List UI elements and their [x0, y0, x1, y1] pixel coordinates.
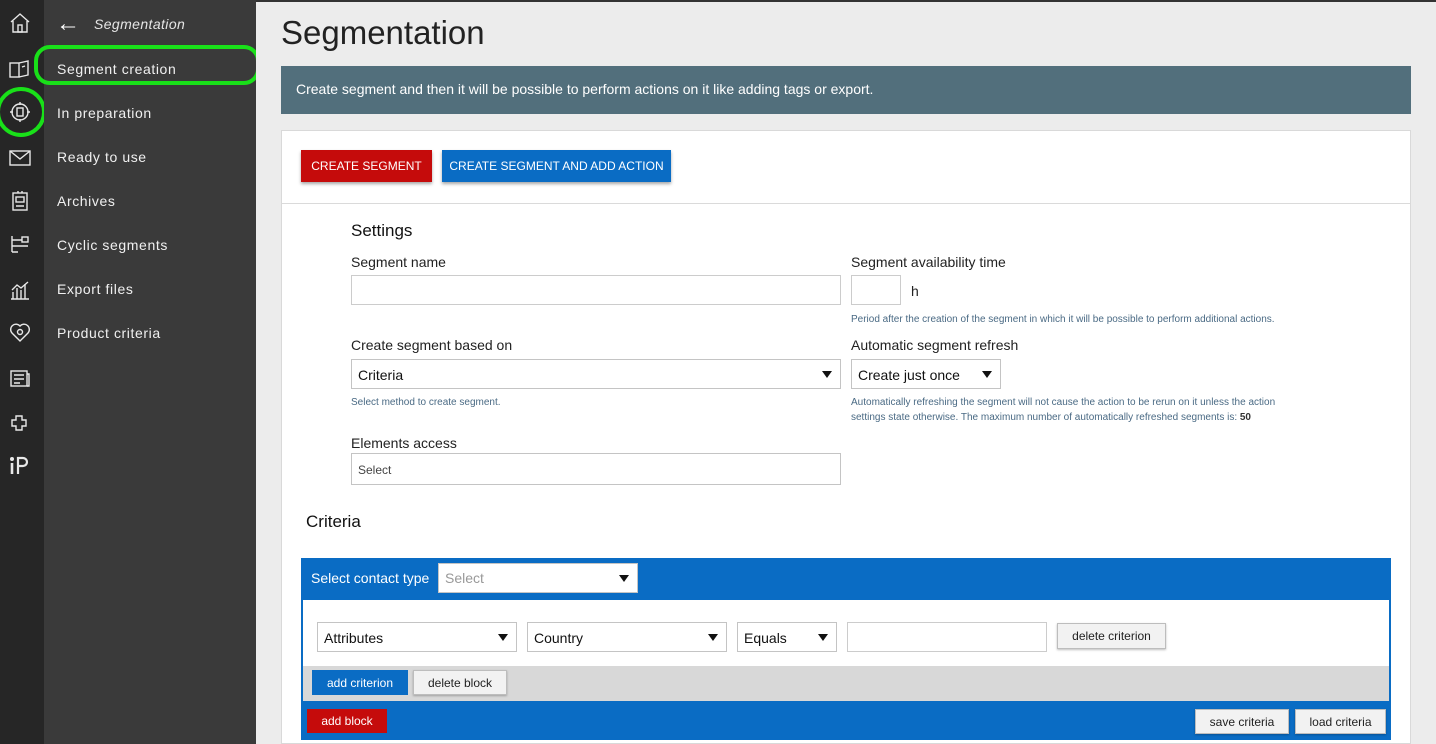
- block-actions-bar: add criterion delete block: [303, 666, 1389, 701]
- contact-type-placeholder: Select: [445, 570, 484, 586]
- submenu-header: ← Segmentation: [44, 0, 256, 48]
- based-on-select[interactable]: Criteria: [351, 359, 841, 389]
- criterion-field-value: Country: [534, 630, 584, 646]
- segment-name-input[interactable]: [351, 275, 841, 305]
- chevron-down-icon: [498, 634, 508, 641]
- refresh-help: Automatically refreshing the segment wil…: [851, 395, 1331, 425]
- submenu-item-ready-to-use[interactable]: Ready to use: [57, 149, 147, 165]
- based-on-label: Create segment based on: [351, 337, 513, 353]
- submenu-title: Segmentation: [94, 16, 186, 32]
- criterion-value-input[interactable]: [847, 622, 1047, 652]
- icon-rail: [0, 0, 46, 744]
- elements-access-select[interactable]: Select: [351, 453, 841, 485]
- refresh-label: Automatic segment refresh: [851, 337, 1019, 353]
- refresh-max-count: 50: [1239, 412, 1251, 423]
- analytics-icon[interactable]: [6, 276, 34, 304]
- segment-form-card: CREATE SEGMENT CREATE SEGMENT AND ADD AC…: [281, 130, 1411, 744]
- submenu-item-product-criteria[interactable]: Product criteria: [57, 325, 161, 341]
- top-border: [256, 0, 1436, 2]
- add-criterion-button[interactable]: add criterion: [312, 670, 408, 695]
- submenu-item-export-files[interactable]: Export files: [57, 281, 133, 297]
- main-content: Segmentation Create segment and then it …: [256, 0, 1436, 744]
- info-banner: Create segment and then it will be possi…: [281, 66, 1411, 114]
- create-segment-button[interactable]: CREATE SEGMENT: [301, 150, 432, 182]
- refresh-help-line-1: Automatically refreshing the segment wil…: [851, 397, 1276, 408]
- news-icon[interactable]: [6, 364, 34, 392]
- home-icon[interactable]: [6, 9, 34, 37]
- refresh-help-line-2: settings state otherwise. The maximum nu…: [851, 412, 1238, 423]
- chevron-down-icon: [708, 634, 718, 641]
- create-segment-and-add-action-button[interactable]: CREATE SEGMENT AND ADD ACTION: [442, 150, 671, 182]
- based-on-help: Select method to create segment.: [351, 397, 501, 408]
- ip-icon[interactable]: [6, 452, 34, 480]
- criterion-source-value: Attributes: [324, 630, 384, 646]
- delete-block-button[interactable]: delete block: [413, 670, 507, 695]
- availability-help: Period after the creation of the segment…: [851, 314, 1275, 325]
- automation-icon[interactable]: [6, 187, 34, 215]
- refresh-select[interactable]: Create just once: [851, 359, 1001, 389]
- save-criteria-button[interactable]: save criteria: [1195, 709, 1289, 734]
- documents-icon[interactable]: [6, 55, 34, 83]
- contact-type-select[interactable]: Select: [438, 563, 638, 593]
- settings-heading: Settings: [351, 221, 413, 240]
- contact-type-label: Select contact type: [311, 570, 430, 586]
- loyalty-icon[interactable]: [6, 318, 34, 346]
- criteria-heading: Criteria: [306, 512, 361, 531]
- chevron-down-icon: [822, 371, 832, 378]
- criterion-row: Attributes Country Equals delete criteri…: [303, 600, 1389, 666]
- criterion-operator-select[interactable]: Equals: [737, 622, 837, 652]
- active-section-highlight: [0, 87, 46, 137]
- back-arrow-icon[interactable]: ←: [56, 12, 80, 36]
- divider: [282, 203, 1410, 204]
- elements-access-label: Elements access: [351, 435, 457, 451]
- page-title: Segmentation: [281, 14, 485, 51]
- load-criteria-button[interactable]: load criteria: [1295, 709, 1386, 734]
- submenu-item-cyclic-segments[interactable]: Cyclic segments: [57, 237, 168, 253]
- segmentation-submenu: ← Segmentation Segment creation In prepa…: [34, 0, 260, 744]
- chevron-down-icon: [818, 634, 828, 641]
- criterion-field-select[interactable]: Country: [527, 622, 727, 652]
- segment-name-label: Segment name: [351, 254, 446, 270]
- criterion-operator-value: Equals: [744, 630, 787, 646]
- chevron-down-icon: [982, 371, 992, 378]
- criterion-source-select[interactable]: Attributes: [317, 622, 517, 652]
- add-block-button[interactable]: add block: [307, 709, 387, 733]
- submenu-item-segment-creation[interactable]: Segment creation: [57, 61, 176, 77]
- delete-criterion-button[interactable]: delete criterion: [1057, 623, 1166, 649]
- based-on-value: Criteria: [358, 367, 404, 383]
- mail-icon[interactable]: [6, 144, 34, 172]
- integrations-icon[interactable]: [6, 408, 34, 436]
- chevron-down-icon: [619, 575, 629, 582]
- availability-time-label: Segment availability time: [851, 254, 1006, 270]
- scenario-icon[interactable]: [6, 230, 34, 258]
- availability-time-input[interactable]: [851, 275, 901, 305]
- submenu-item-archives[interactable]: Archives: [57, 193, 115, 209]
- criteria-block: Select contact type Select Attributes Co…: [301, 558, 1391, 740]
- availability-unit: h: [911, 283, 919, 299]
- refresh-value: Create just once: [858, 367, 960, 383]
- submenu-item-in-preparation[interactable]: In preparation: [57, 105, 152, 121]
